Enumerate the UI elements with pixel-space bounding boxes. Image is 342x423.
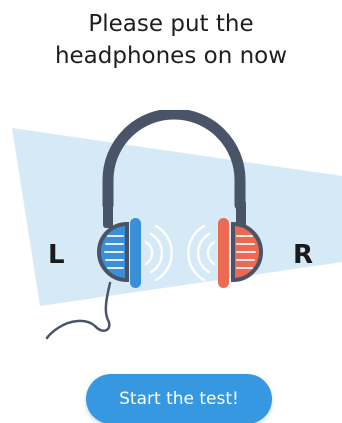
left-channel-label: L <box>48 240 65 270</box>
headphone-check-screen: Please put the headphones on now L R Sta… <box>0 0 342 423</box>
instruction-title: Please put the headphones on now <box>0 8 342 72</box>
instruction-line-2: headphones on now <box>54 43 288 69</box>
start-test-button[interactable]: Start the test! <box>86 374 272 423</box>
sound-beam-shape <box>12 128 342 306</box>
instruction-line-1: Please put the <box>88 11 254 37</box>
right-channel-label: R <box>293 240 314 270</box>
left-slider <box>103 200 113 228</box>
headphones-illustration <box>12 110 342 340</box>
